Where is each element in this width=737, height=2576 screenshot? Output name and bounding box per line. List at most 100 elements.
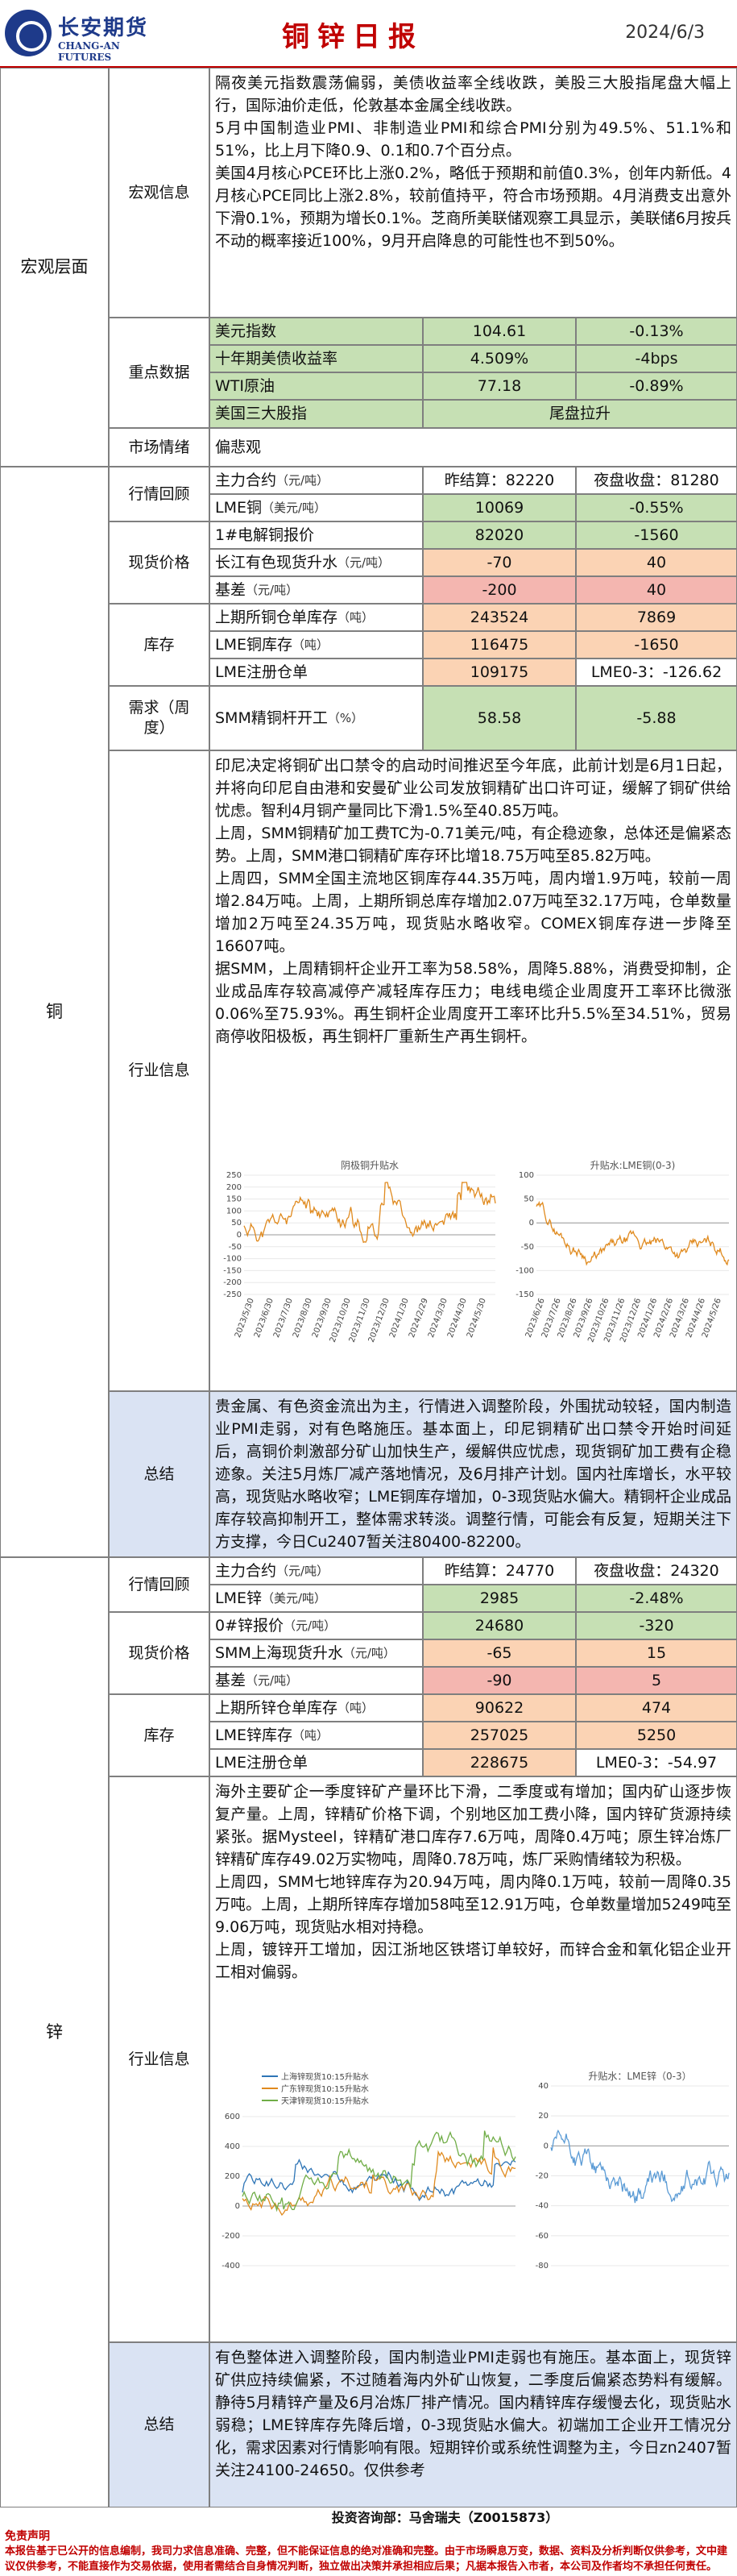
x-tick-label: 2023/6/30: [253, 1297, 275, 1339]
cu-spot-row-value: -200: [423, 576, 576, 604]
cu-spot-row-change: 40: [576, 576, 737, 604]
zn-review-label: 行情回顾: [109, 1557, 209, 1612]
cu-main-contract: 主力合约 （元/吨）: [209, 467, 423, 494]
cu-settle: 昨结算：82220: [423, 467, 576, 494]
cu-spot-row-label: 长江有色现货升水: [215, 553, 338, 571]
y-tick-label: -40: [536, 2202, 549, 2211]
cu-spot-row-unit: （元/吨）: [337, 555, 391, 570]
zn-inv-row-value: 257025: [423, 1722, 576, 1749]
cu-inv-row-name: 上期所铜仓单库存 （吨）: [209, 604, 423, 631]
logo-cn-text: 长安期货: [58, 16, 149, 40]
series-line: [243, 1182, 496, 1244]
key-row-value: 104.61: [423, 318, 576, 345]
cu-review-label: 行情回顾: [109, 467, 209, 521]
zn-spot-row-unit: （元/吨）: [284, 1618, 337, 1633]
zn-lme-label: LME锌: [215, 1589, 262, 1607]
zn-night-close: 夜盘收盘：24320: [576, 1557, 737, 1585]
cu-spot-premium-svg: 阴极铜升贴水 250 200 150 100 50 0 -50 -100 -150 -200 -250…: [223, 1159, 496, 1344]
y-tick-label: 200: [225, 2172, 240, 2181]
cu-demand-label-text: SMM精铜杆开工: [215, 708, 328, 727]
zn-spot-label: 现货价格: [109, 1612, 209, 1694]
zn-lme-name: LME锌 （美元/吨）: [209, 1585, 423, 1612]
zn-inv-row-name: LME锌库存 （吨）: [209, 1722, 423, 1749]
zn-spot-row-name: SMM上海现货升水 （元/吨）: [209, 1639, 423, 1667]
copper-section-label: 铜: [0, 467, 109, 1557]
cu-inv-row-value: 109175: [423, 659, 576, 686]
cu-spot-row-label: 基差: [215, 580, 246, 599]
key-data-label: 重点数据: [109, 318, 209, 428]
zn-lme-change: -2.48%: [576, 1585, 737, 1612]
y-tick-label: -50: [521, 1243, 534, 1252]
y-tick-label: 100: [519, 1171, 534, 1180]
x-tick-label: 2023/5/30: [234, 1297, 256, 1339]
sentiment-label: 市场情绪: [109, 428, 209, 467]
zn-spot-row-unit: （元/吨）: [246, 1672, 299, 1688]
cu-inventory-label: 库存: [109, 604, 209, 686]
report-date: 2024/6/3: [625, 23, 705, 43]
x-tick-label: 2024/4/30: [446, 1297, 469, 1339]
key-row-change: 尾盘拉升: [423, 400, 737, 428]
y-tick-label: 50: [524, 1195, 534, 1204]
x-tick-label: 2023/8/30: [292, 1297, 314, 1339]
zn-spot-premium-chart: 600 400 200 0 -200 -400 上海锌现货10:15升贴水 广东锌现货10:1…: [213, 2068, 520, 2338]
y-tick-label: 0: [235, 2202, 240, 2211]
zn-inv-row-value: 228675: [423, 1749, 576, 1776]
cu-demand-name: SMM精铜杆开工 （%）: [209, 686, 423, 750]
macro-info-text: 隔夜美元指数震荡偏弱，美债收益率全线收跌，美股三大股指尾盘大幅上行，国际油价走低…: [215, 74, 731, 250]
logo-en-text: CHANG-AN FUTURES: [58, 40, 120, 63]
y-tick-label: 0: [237, 1231, 242, 1240]
zn-inventory-label: 库存: [109, 1694, 209, 1776]
zn-inv-row-unit: （吨）: [292, 1727, 329, 1743]
y-tick-label: 100: [226, 1207, 242, 1215]
zn-lme-value: 2985: [423, 1585, 576, 1612]
zn-spot-row-value: -90: [423, 1667, 576, 1694]
zn-main-contract-unit: （元/吨）: [276, 1563, 329, 1578]
y-tick-label: 50: [231, 1219, 242, 1228]
key-row-name: 美国三大股指: [209, 400, 423, 428]
cu-inv-row-value: 116475: [423, 631, 576, 659]
contact-line: 投资咨询部：马舍瑞夫（Z0015873）: [331, 2510, 559, 2525]
x-tick-label: 2023/12/30: [367, 1297, 391, 1344]
cu-inv-row-unit: （吨）: [292, 637, 329, 652]
y-tick-label: 0: [529, 1219, 534, 1228]
key-row-name: WTI原油: [209, 372, 423, 400]
cu-lme-spread-svg: 升贴水:LME铜(0-3)100500-50-100-1502023/6/262…: [515, 1159, 730, 1344]
series-line: [536, 1200, 730, 1266]
cu-inv-row-name: LME铜库存 （吨）: [209, 631, 423, 659]
zn-spot-row-change: 15: [576, 1639, 737, 1667]
zn-main-contract: 主力合约 （元/吨）: [209, 1557, 423, 1585]
zn-spot-row-label: 基差: [215, 1671, 246, 1689]
zn-spot-row-label: SMM上海现货升水: [215, 1643, 343, 1662]
zn-summary-text: 有色整体进入调整阶段，国内制造业PMI走弱也有施压。基本面上，现货锌矿供应持续偏…: [215, 2349, 731, 2479]
y-tick-label: 20: [538, 2112, 549, 2121]
key-row-change: -0.89%: [576, 372, 737, 400]
logo-mark-icon: [5, 10, 52, 56]
y-tick-label: 400: [225, 2142, 240, 2151]
cu-inv-row-change: 7869: [576, 604, 737, 631]
cu-demand-unit: （%）: [327, 710, 364, 725]
cu-spot-row-value: -70: [423, 549, 576, 576]
zn-spot-row-change: 5: [576, 1667, 737, 1694]
cu-night-close: 夜盘收盘：81280: [576, 467, 737, 494]
series-line: [242, 2130, 516, 2212]
zn-industry-text: 海外主要矿企一季度锌矿产量环比下滑，二季度或有增加；国内矿山逐步恢复产量。上周，…: [215, 1783, 731, 1981]
key-row-name: 十年期美债收益率: [209, 345, 423, 372]
chart-title: 升贴水:LME铜(0-3): [590, 1159, 676, 1171]
y-tick-label: -400: [222, 2262, 240, 2271]
zn-spot-row-unit: （元/吨）: [342, 1645, 395, 1660]
zn-summary-cell: 有色整体进入调整阶段，国内制造业PMI走弱也有施压。基本面上，现货锌矿供应持续偏…: [209, 2342, 737, 2507]
zn-lme-spread-svg: 升贴水：LME锌（0-3） 40 20 0 -20 -40 -60 -80: [536, 2071, 730, 2271]
zn-lme-spread-chart: 升贴水：LME锌（0-3） 40 20 0 -20 -40 -60 -80: [524, 2068, 733, 2338]
zn-summary-label: 总结: [109, 2342, 209, 2507]
zn-inv-row-change: 474: [576, 1694, 737, 1722]
cu-spot-row-name: 1#电解铜报价: [209, 521, 423, 549]
cu-spot-row-change: 40: [576, 549, 737, 576]
series-line: [550, 2129, 730, 2204]
zn-inv-row-change: 5250: [576, 1722, 737, 1749]
zn-spot-row-name: 基差 （元/吨）: [209, 1667, 423, 1694]
zn-industry-label: 行业信息: [109, 1776, 209, 2342]
cu-spot-row-name: 基差 （元/吨）: [209, 576, 423, 604]
disclaimer-text: 本报告基于已公开的信息编制，我司力求信息准确、完整，但不能保证信息的绝对准确和完…: [5, 2545, 728, 2573]
y-tick-label: -200: [223, 1278, 242, 1287]
zn-spot-row-name: 0#锌报价 （元/吨）: [209, 1612, 423, 1639]
